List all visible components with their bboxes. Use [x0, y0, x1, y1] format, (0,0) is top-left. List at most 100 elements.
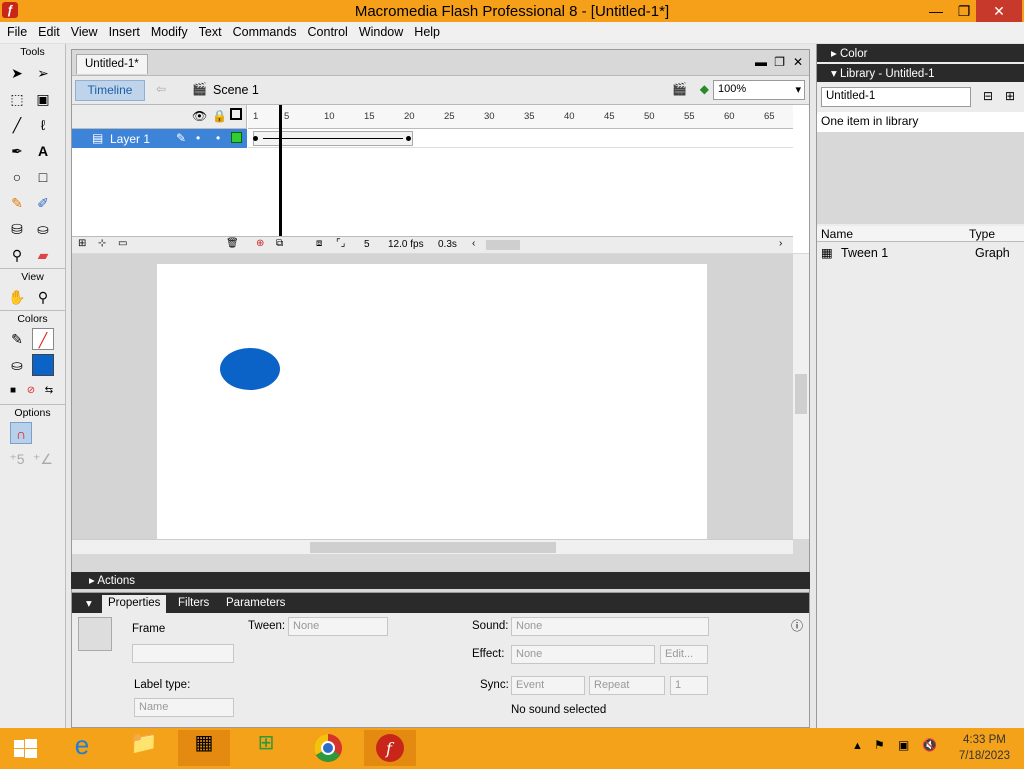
fill-color-swatch[interactable]	[32, 354, 54, 376]
text-tool-icon[interactable]: A	[32, 140, 54, 162]
label-type-select[interactable]: Name	[134, 698, 234, 717]
column-name[interactable]: Name	[821, 227, 853, 241]
visibility-dot[interactable]: •	[196, 131, 200, 145]
tab-filters[interactable]: Filters	[172, 595, 215, 613]
oval-tool-icon[interactable]: ○	[6, 166, 28, 188]
menu-view[interactable]: View	[67, 22, 102, 39]
zoom-select[interactable]: 100% ▾	[713, 80, 805, 100]
frame-ruler[interactable]: 1 5 10 15 20 25 30 35 40 45 50 55 60 65	[248, 105, 793, 129]
menu-edit[interactable]: Edit	[34, 22, 64, 39]
menu-insert[interactable]: Insert	[105, 22, 144, 39]
help-icon[interactable]: ⓘ	[791, 617, 803, 634]
hand-tool-icon[interactable]: ✋	[6, 286, 28, 308]
fill-transform-icon[interactable]: ▣	[32, 88, 54, 110]
brush-tool-icon[interactable]: ✐	[32, 192, 54, 214]
frame-name-input[interactable]	[132, 644, 234, 663]
center-frame-icon[interactable]: ⊕	[256, 238, 264, 249]
network-icon[interactable]: ▣	[898, 738, 909, 752]
maximize-button[interactable]: ❐	[950, 0, 978, 22]
store-icon[interactable]: ⊞	[240, 730, 292, 766]
sound-select[interactable]: None	[511, 617, 709, 636]
pen-tool-icon[interactable]: ✒	[6, 140, 28, 162]
file-explorer-icon[interactable]: 📁	[118, 730, 170, 766]
stage-horizontal-scrollbar[interactable]	[72, 539, 793, 554]
doc-minimize-icon[interactable]: ▬	[755, 55, 767, 69]
end-keyframe[interactable]	[406, 136, 411, 141]
edit-scene-icon[interactable]: 🎬	[672, 82, 687, 96]
flag-icon[interactable]: ⚑	[874, 738, 885, 752]
menu-modify[interactable]: Modify	[147, 22, 192, 39]
tab-parameters[interactable]: Parameters	[220, 595, 291, 613]
library-document-select[interactable]: Untitled-1	[821, 87, 971, 107]
document-tab[interactable]: Untitled-1*	[76, 54, 148, 74]
swap-colors-icon[interactable]: ⇆	[38, 380, 60, 402]
zoom-tool-icon[interactable]: ⚲	[32, 286, 54, 308]
doc-close-icon[interactable]: ✕	[793, 55, 803, 69]
rectangle-tool-icon[interactable]: □	[32, 166, 54, 188]
repeat-count-input[interactable]: 1	[670, 676, 708, 695]
paint-bucket-icon[interactable]: ⛀	[32, 218, 54, 240]
stroke-color-swatch[interactable]: ╱	[32, 328, 54, 350]
onion-skin-icon[interactable]: ⧉	[276, 238, 283, 249]
tween-select[interactable]: None	[288, 617, 388, 636]
start-button[interactable]	[0, 730, 52, 766]
add-guide-icon[interactable]: ⊹	[98, 238, 106, 249]
timeline-toggle-button[interactable]: Timeline	[75, 80, 145, 101]
actions-panel-header[interactable]: ▸ Actions	[71, 572, 810, 589]
start-keyframe[interactable]	[253, 136, 258, 141]
volume-icon[interactable]: 🔇	[922, 738, 937, 752]
eraser-tool-icon[interactable]: ▰	[32, 244, 54, 266]
menu-window[interactable]: Window	[355, 22, 407, 39]
pin-library-icon[interactable]: ⊟	[983, 89, 993, 103]
lock-dot[interactable]: •	[216, 131, 220, 145]
vscroll-thumb[interactable]	[795, 374, 807, 414]
minimize-button[interactable]: —	[922, 0, 950, 22]
stage[interactable]	[157, 264, 707, 549]
library-panel-header[interactable]: ▾ Library - Untitled-1	[817, 64, 1024, 82]
column-type[interactable]: Type	[969, 227, 995, 241]
timeline-scroll-thumb[interactable]	[486, 240, 520, 250]
selection-tool-icon[interactable]: ➤	[6, 62, 28, 84]
edit-symbols-icon[interactable]: ◆	[700, 82, 709, 96]
outline-icon[interactable]	[230, 108, 242, 120]
flash-taskbar-icon[interactable]: f	[364, 730, 416, 766]
new-library-icon[interactable]: ⊞	[1005, 89, 1015, 103]
repeat-select[interactable]: Repeat	[589, 676, 665, 695]
menu-commands[interactable]: Commands	[229, 22, 301, 39]
insert-layer-icon[interactable]: ⊞	[78, 238, 86, 249]
free-transform-icon[interactable]: ⬚	[6, 88, 28, 110]
effect-select[interactable]: None	[511, 645, 655, 664]
menu-control[interactable]: Control	[304, 22, 352, 39]
line-tool-icon[interactable]: ╱	[6, 114, 28, 136]
frame-row[interactable]	[248, 129, 793, 148]
edit-button[interactable]: Edit...	[660, 645, 708, 664]
menu-help[interactable]: Help	[410, 22, 444, 39]
hscroll-thumb[interactable]	[310, 542, 556, 553]
menu-text[interactable]: Text	[195, 22, 226, 39]
color-panel-header[interactable]: ▸ Color	[817, 44, 1024, 62]
outline-color-swatch[interactable]	[231, 132, 242, 143]
internet-explorer-icon[interactable]: e	[56, 730, 108, 766]
scene-label[interactable]: Scene 1	[213, 83, 259, 97]
clock[interactable]: 4:33 PM 7/18/2023	[959, 732, 1010, 764]
frame-rate[interactable]: 12.0 fps	[388, 239, 424, 250]
fill-color-icon[interactable]: ⛀	[6, 354, 28, 376]
playhead[interactable]	[279, 105, 282, 236]
lock-icon[interactable]: 🔒	[212, 109, 227, 123]
eyedropper-icon[interactable]: ⚲	[6, 244, 28, 266]
close-button[interactable]: ✕	[976, 0, 1022, 22]
layer-name[interactable]: Layer 1	[110, 132, 150, 146]
ink-bottle-icon[interactable]: ⛁	[6, 218, 28, 240]
tray-arrow-icon[interactable]: ▲	[852, 740, 863, 752]
doc-restore-icon[interactable]: ❐	[774, 55, 785, 69]
chrome-icon[interactable]	[302, 730, 354, 766]
collapse-arrow-icon[interactable]: ▾	[86, 596, 92, 610]
delete-layer-icon[interactable]: 🗑	[226, 238, 239, 249]
layer-row[interactable]: ▤ Layer 1 ✎ • •	[72, 129, 247, 148]
eye-icon[interactable]: 👁	[192, 109, 207, 123]
tab-properties[interactable]: Properties	[102, 595, 167, 613]
insert-folder-icon[interactable]: ▭	[118, 238, 127, 249]
scroll-right-icon[interactable]: ›	[779, 238, 782, 249]
menu-file[interactable]: File	[3, 22, 31, 39]
pencil-tool-icon[interactable]: ✎	[6, 192, 28, 214]
